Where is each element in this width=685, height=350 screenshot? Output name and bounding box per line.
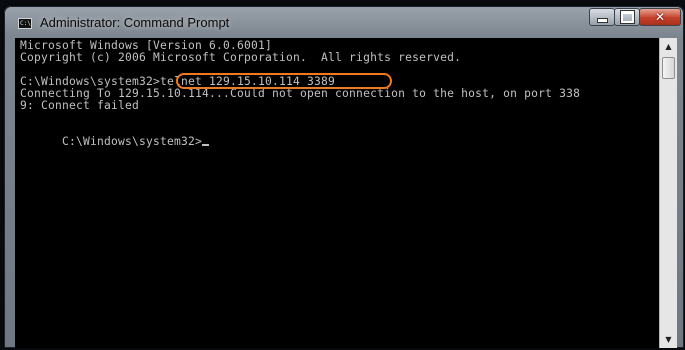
command-prompt-window: C:\ Administrator: Command Prompt ✕ Micr… (4, 6, 684, 348)
title-bar[interactable]: C:\ Administrator: Command Prompt ✕ (4, 6, 684, 36)
command-prompt-line[interactable]: C:\Windows\system32> (20, 124, 210, 148)
minimize-button[interactable] (589, 8, 615, 26)
window-title: Administrator: Command Prompt (40, 15, 230, 30)
console-line: 9: Connect failed (20, 99, 140, 112)
console-line: Copyright (c) 2006 Microsoft Corporation… (20, 51, 462, 64)
maximize-icon (620, 11, 634, 23)
close-icon: ✕ (654, 10, 666, 24)
scroll-down-arrow-icon[interactable]: ▼ (660, 331, 677, 348)
text-cursor (202, 144, 210, 146)
command-prompt-icon[interactable]: C:\ (18, 18, 32, 29)
maximize-button[interactable] (614, 8, 640, 26)
command-highlight-annotation (176, 73, 392, 89)
close-button[interactable]: ✕ (639, 8, 681, 26)
console-output-area[interactable]: Microsoft Windows [Version 6.0.6001] Cop… (15, 38, 659, 348)
minimize-icon (596, 17, 608, 23)
scroll-up-arrow-icon[interactable]: ▲ (660, 38, 677, 55)
scroll-thumb[interactable] (662, 57, 675, 79)
vertical-scrollbar[interactable]: ▲ ▼ (659, 38, 677, 348)
prompt-text: C:\Windows\system32> (62, 135, 203, 148)
